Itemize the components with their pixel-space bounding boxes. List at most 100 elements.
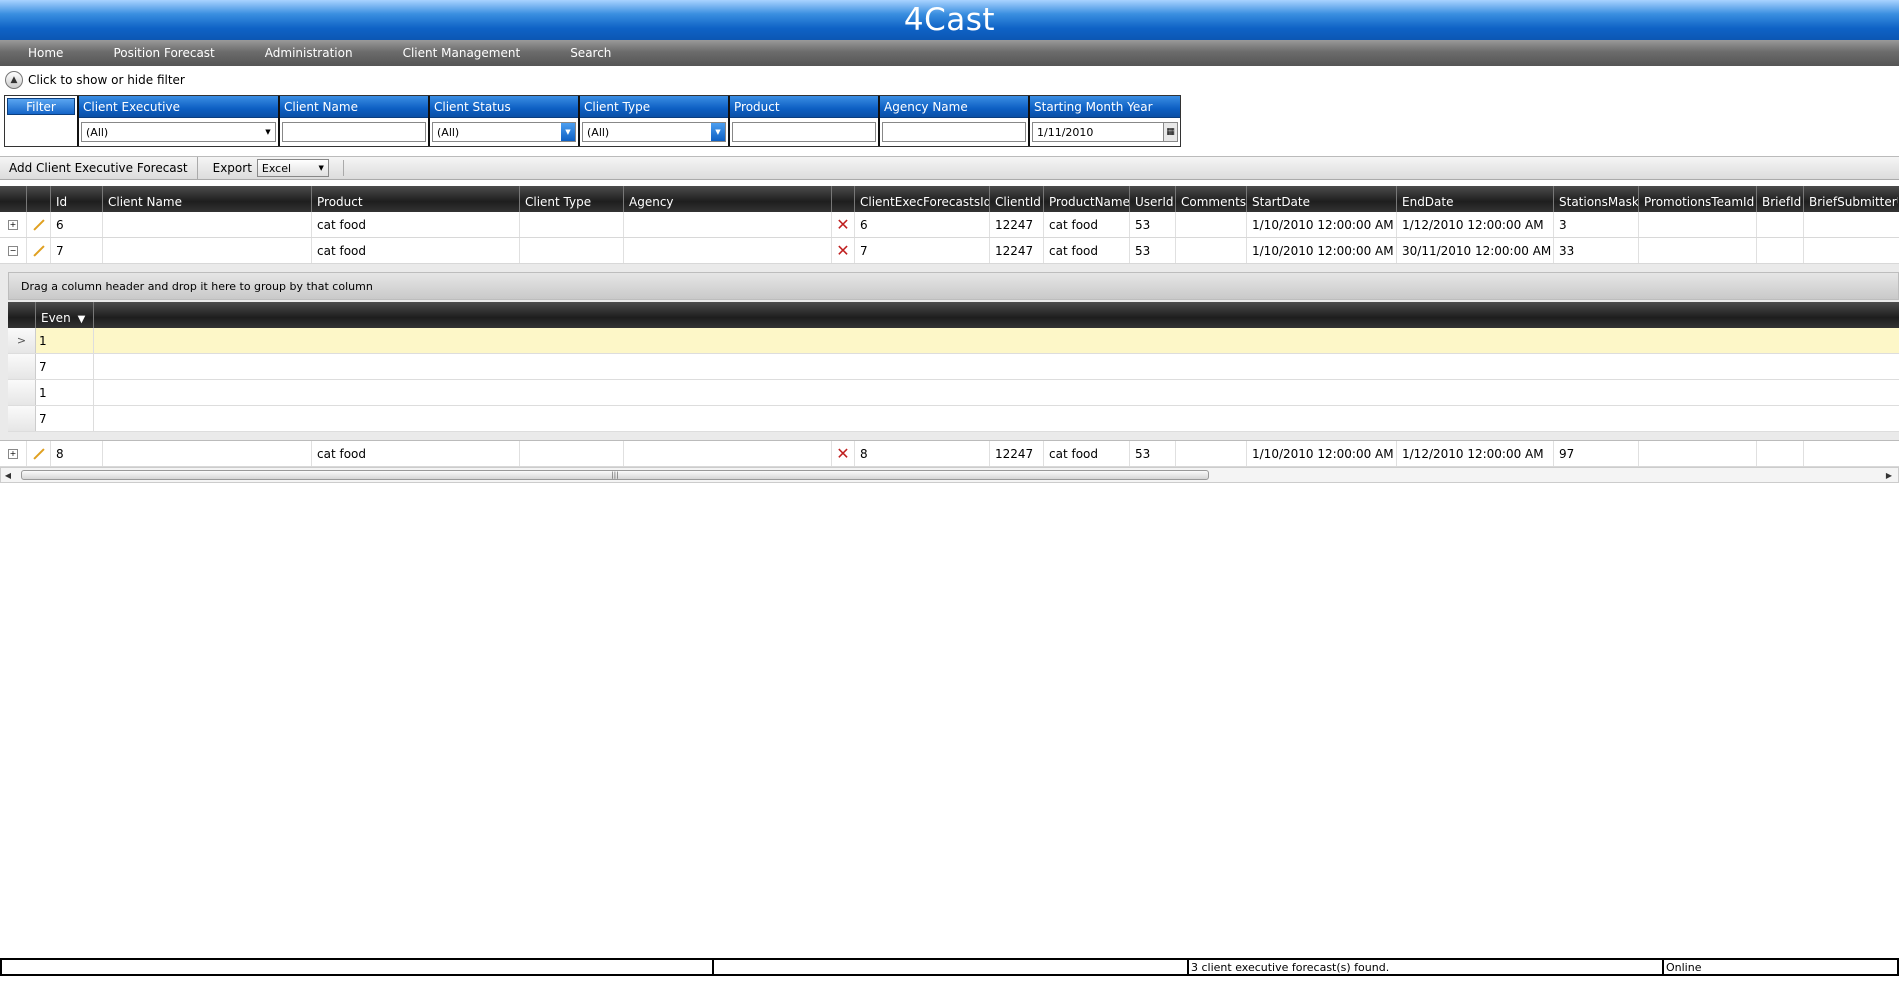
menu-client-management[interactable]: Client Management	[403, 46, 521, 60]
cell-client-name	[103, 238, 312, 263]
export-label: Export	[212, 161, 252, 175]
calendar-icon[interactable]: ▦	[1163, 123, 1177, 141]
column-header-client-type[interactable]: Client Type	[520, 186, 624, 212]
cell-end-date: 1/12/2010 12:00:00 AM	[1397, 212, 1554, 237]
cell-even: 1	[36, 328, 94, 353]
filter-header-product: Product	[730, 96, 878, 118]
menu-home[interactable]: Home	[28, 46, 63, 60]
detail-row[interactable]: 7	[8, 354, 1899, 380]
scroll-left-icon[interactable]: ◀	[1, 471, 15, 480]
group-by-panel[interactable]: Drag a column header and drop it here to…	[8, 272, 1899, 300]
filter-starting-month-year: Starting Month Year 1/11/2010 ▦	[1030, 96, 1180, 146]
detail-grid-header: Even ▼	[8, 302, 1899, 328]
filter-button[interactable]: Filter	[7, 98, 75, 115]
cell-client-type	[520, 238, 624, 263]
filter-header-client-status: Client Status	[430, 96, 578, 118]
edit-icon[interactable]	[32, 218, 45, 231]
column-header-forecasts-id[interactable]: ClientExecForecastsId	[855, 186, 990, 212]
cell-product: cat food	[312, 212, 520, 237]
column-header-product[interactable]: Product	[312, 186, 520, 212]
menu-administration[interactable]: Administration	[265, 46, 353, 60]
chevron-down-icon[interactable]: ▼	[261, 123, 275, 141]
edit-icon[interactable]	[32, 244, 45, 257]
cell-user-id: 53	[1130, 238, 1176, 263]
cell-user-id: 53	[1130, 441, 1176, 466]
export-select[interactable]: Excel ▼	[256, 159, 329, 177]
client-status-select[interactable]: (All) ▼	[432, 122, 576, 142]
horizontal-scrollbar[interactable]: ◀ ||| ▶	[0, 467, 1899, 483]
column-header-stations-mask[interactable]: StationsMask	[1554, 186, 1639, 212]
column-header-brief-submitter[interactable]: BriefSubmitterUserId	[1804, 186, 1898, 212]
client-executive-select[interactable]: (All) ▼	[81, 122, 276, 142]
client-name-input[interactable]	[282, 122, 426, 142]
chevron-down-icon[interactable]: ▼	[561, 123, 575, 141]
cell-even: 7	[36, 354, 94, 379]
column-header-agency[interactable]: Agency	[624, 186, 832, 212]
add-forecast-button[interactable]: Add Client Executive Forecast	[0, 157, 198, 179]
detail-row[interactable]: 1	[8, 380, 1899, 406]
detail-row[interactable]: 7	[8, 406, 1899, 432]
cell-id: 8	[51, 441, 103, 466]
cell-agency	[624, 441, 832, 466]
scroll-right-icon[interactable]: ▶	[1882, 471, 1896, 480]
cell-comments	[1176, 238, 1247, 263]
starting-month-year-picker[interactable]: 1/11/2010 ▦	[1032, 122, 1178, 142]
scrollbar-thumb[interactable]: |||	[21, 470, 1209, 480]
column-header-even[interactable]: Even ▼	[36, 302, 94, 328]
filter-product: Product	[730, 96, 880, 146]
cell-agency	[624, 212, 832, 237]
column-header-start-date[interactable]: StartDate	[1247, 186, 1397, 212]
agency-name-input[interactable]	[882, 122, 1026, 142]
column-header-promotions-team-id[interactable]: PromotionsTeamId	[1639, 186, 1757, 212]
cell-stations-mask: 97	[1554, 441, 1639, 466]
cell-end-date: 1/12/2010 12:00:00 AM	[1397, 441, 1554, 466]
collapse-icon[interactable]: −	[8, 245, 18, 256]
toolbar-divider	[342, 160, 344, 176]
cell-forecasts-id: 8	[855, 441, 990, 466]
cell-client-id: 12247	[990, 212, 1044, 237]
client-type-select[interactable]: (All) ▼	[582, 122, 726, 142]
cell-client-id: 12247	[990, 238, 1044, 263]
cell-stations-mask: 33	[1554, 238, 1639, 263]
cell-client-name	[103, 212, 312, 237]
column-header-user-id[interactable]: UserId	[1130, 186, 1176, 212]
column-header-client-name[interactable]: Client Name	[103, 186, 312, 212]
cell-forecasts-id: 7	[855, 238, 990, 263]
filter-client-type: Client Type (All) ▼	[580, 96, 730, 146]
filter-toggle[interactable]: ▲ Click to show or hide filter	[0, 66, 1899, 94]
cell-even: 7	[36, 406, 94, 431]
table-row[interactable]: + 8 cat food ✕ 8 12247 cat food 53 1/10/…	[0, 441, 1899, 467]
filter-client-name: Client Name	[280, 96, 430, 146]
cell-forecasts-id: 6	[855, 212, 990, 237]
cell-promotions-team-id	[1639, 238, 1757, 263]
cell-brief-submitter	[1804, 441, 1898, 466]
edit-icon[interactable]	[32, 447, 45, 460]
column-header-end-date[interactable]: EndDate	[1397, 186, 1554, 212]
column-header-brief-id[interactable]: BriefId	[1757, 186, 1804, 212]
menu-position-forecast[interactable]: Position Forecast	[113, 46, 214, 60]
cell-brief-submitter	[1804, 238, 1898, 263]
cell-user-id: 53	[1130, 212, 1176, 237]
filter-header-starting-month-year: Starting Month Year	[1030, 96, 1180, 118]
cell-promotions-team-id	[1639, 212, 1757, 237]
cell-product-name: cat food	[1044, 238, 1130, 263]
delete-icon[interactable]: ✕	[836, 215, 849, 234]
product-input[interactable]	[732, 122, 876, 142]
delete-icon[interactable]: ✕	[836, 241, 849, 260]
table-row[interactable]: − 7 cat food ✕ 7 12247 cat food 53 1/10/…	[0, 238, 1899, 264]
column-header-id[interactable]: Id	[51, 186, 103, 212]
table-row[interactable]: + 6 cat food ✕ 6 12247 cat food 53 1/10/…	[0, 212, 1899, 238]
detail-row[interactable]: > 1	[8, 328, 1899, 354]
status-message: 3 client executive forecast(s) found.	[1189, 960, 1664, 974]
column-header-client-id[interactable]: ClientId	[990, 186, 1044, 212]
expand-icon[interactable]: +	[8, 448, 18, 459]
chevron-down-icon[interactable]: ▼	[711, 123, 725, 141]
menu-search[interactable]: Search	[570, 46, 611, 60]
expand-icon[interactable]: +	[8, 219, 18, 230]
delete-icon[interactable]: ✕	[836, 444, 849, 463]
cell-id: 6	[51, 212, 103, 237]
column-header-product-name[interactable]: ProductName	[1044, 186, 1130, 212]
chevron-up-icon[interactable]: ▲	[5, 71, 23, 89]
filter-icon[interactable]: ▼	[78, 314, 86, 325]
column-header-comments[interactable]: Comments	[1176, 186, 1247, 212]
